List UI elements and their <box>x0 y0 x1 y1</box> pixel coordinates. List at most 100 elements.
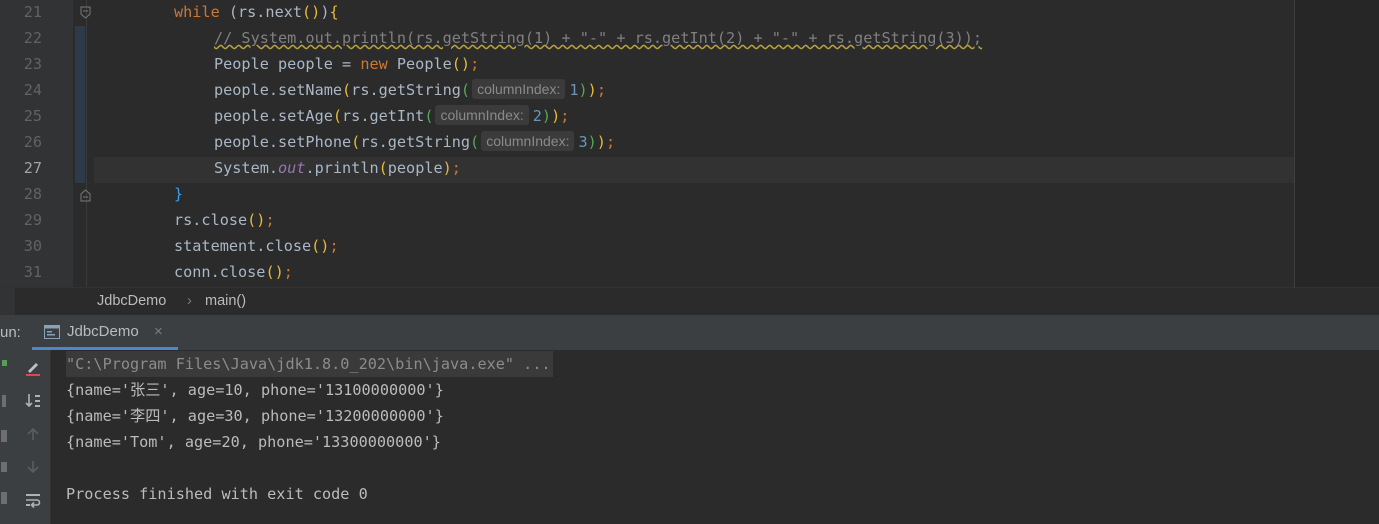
code-token: new <box>360 55 388 73</box>
breadcrumb: JdbcDemo › main() <box>0 287 1379 316</box>
code-token: ; <box>451 159 461 177</box>
code-text: } <box>174 181 183 207</box>
code-token: statement.close <box>174 237 312 255</box>
line-number: 29 <box>23 211 42 229</box>
rerun-icon[interactable] <box>2 360 7 366</box>
code-token: people.setPhone <box>214 133 352 151</box>
code-text: people.setAge(rs.getInt(columnIndex: 2)); <box>214 103 569 129</box>
breadcrumb-class[interactable]: JdbcDemo <box>97 293 166 309</box>
code-token: ( <box>342 81 352 99</box>
code-token: ; <box>605 133 616 151</box>
editor-left-strip <box>0 0 15 287</box>
console-exit-message: Process finished with exit code 0 <box>66 485 368 503</box>
code-token: ( <box>378 159 388 177</box>
stop-icon[interactable] <box>2 395 6 407</box>
code-token: ( <box>424 107 434 125</box>
code-token: rs.getString <box>351 81 461 99</box>
code-token: People <box>387 55 452 73</box>
soft-wrap-icon[interactable] <box>22 489 44 511</box>
code-token: System. <box>214 159 279 177</box>
parameter-hint: columnIndex: <box>472 79 566 99</box>
code-token: (rs.next <box>219 3 303 21</box>
console-output-line: {name='张三', age=10, phone='13100000000'} <box>66 381 444 399</box>
code-token: ) <box>442 159 452 177</box>
code-token: ; <box>596 81 606 99</box>
code-token: rs.getInt <box>342 107 425 125</box>
restore-layout-icon[interactable] <box>1 430 7 442</box>
code-token: ) <box>578 81 588 99</box>
code-token: () <box>247 211 266 229</box>
code-token: 1 <box>569 81 579 99</box>
code-token: ( <box>470 133 480 151</box>
line-number: 23 <box>23 55 42 73</box>
line-number: 21 <box>23 3 42 21</box>
code-editor[interactable]: 21 while (rs.next()){22// System.out.prin… <box>0 0 1379 287</box>
down-arrow-icon[interactable] <box>22 456 44 478</box>
code-token: ( <box>460 81 471 99</box>
code-token: out <box>278 159 306 177</box>
line-number: 31 <box>23 263 42 281</box>
code-token: ; <box>560 107 570 125</box>
tab-jdbcdemo[interactable]: JdbcDemo × <box>32 315 178 350</box>
code-token: ) <box>596 133 606 151</box>
console-command-line: "C:\Program Files\Java\jdk1.8.0_202\bin\… <box>66 351 553 377</box>
line-number: 26 <box>23 133 42 151</box>
code-token: people <box>387 159 443 177</box>
code-text: statement.close(); <box>174 233 339 259</box>
breadcrumb-method[interactable]: main() <box>205 293 246 309</box>
line-number: 30 <box>23 237 42 255</box>
pin-icon[interactable] <box>1 492 7 504</box>
tab-label: JdbcDemo <box>67 323 139 340</box>
code-token: ) <box>587 133 597 151</box>
editor-right-area <box>1295 0 1379 287</box>
code-token: ; <box>265 211 275 229</box>
code-token: people.setName <box>214 81 343 99</box>
code-token: while <box>174 3 220 21</box>
code-token: () <box>311 237 330 255</box>
run-tool-window-header: un: JdbcDemo × <box>0 315 1379 351</box>
up-arrow-icon[interactable] <box>22 423 44 445</box>
code-text: // System.out.println(rs.getString(1) + … <box>214 25 982 51</box>
clear-all-icon[interactable] <box>22 357 44 379</box>
fold-marker-icon[interactable] <box>80 6 91 19</box>
code-token: ; <box>470 55 480 73</box>
code-token: ) <box>551 107 561 125</box>
code-token: ( <box>351 133 361 151</box>
code-token: 3 <box>578 133 588 151</box>
code-token: () <box>265 263 284 281</box>
run-config-icon <box>44 325 60 339</box>
console-output-line: {name='李四', age=30, phone='13200000000'} <box>66 407 444 425</box>
code-text: people.setPhone(rs.getString(columnIndex… <box>214 129 615 155</box>
fold-end-marker-icon[interactable] <box>80 189 91 202</box>
code-token: rs.getString <box>360 133 471 151</box>
code-token: () <box>302 3 321 21</box>
breadcrumb-separator: › <box>187 293 192 309</box>
code-text: System.out.println(people); <box>214 155 461 181</box>
code-token: .println <box>305 159 379 177</box>
run-console: "C:\Program Files\Java\jdk1.8.0_202\bin\… <box>0 350 1379 524</box>
code-token: ( <box>332 107 343 125</box>
line-number: 28 <box>23 185 42 203</box>
scroll-to-end-icon[interactable] <box>22 390 44 412</box>
breadcrumb-left-strip <box>0 288 15 316</box>
tab-close-icon[interactable]: × <box>154 323 163 340</box>
code-token: ; <box>283 263 293 281</box>
line-number: 24 <box>23 81 42 99</box>
code-token: () <box>451 55 471 73</box>
code-text: rs.close(); <box>174 207 275 233</box>
code-text: people.setName(rs.getString(columnIndex:… <box>214 77 606 103</box>
code-token: People people = <box>214 55 361 73</box>
code-token: people.setAge <box>214 107 333 125</box>
code-token: { <box>329 3 339 21</box>
line-number: 25 <box>23 107 42 125</box>
line-number: 27 <box>23 159 42 177</box>
code-token: rs.close <box>174 211 248 229</box>
code-token: ; <box>329 237 339 255</box>
settings-icon[interactable] <box>1 462 7 472</box>
fold-guide <box>86 0 87 287</box>
run-left-toolbar <box>0 350 15 524</box>
code-token: // System.out.println(rs.getString(1) + … <box>214 29 983 47</box>
line-number: 22 <box>23 29 42 47</box>
code-token: ) <box>541 107 552 125</box>
vcs-change-marker <box>75 26 85 183</box>
